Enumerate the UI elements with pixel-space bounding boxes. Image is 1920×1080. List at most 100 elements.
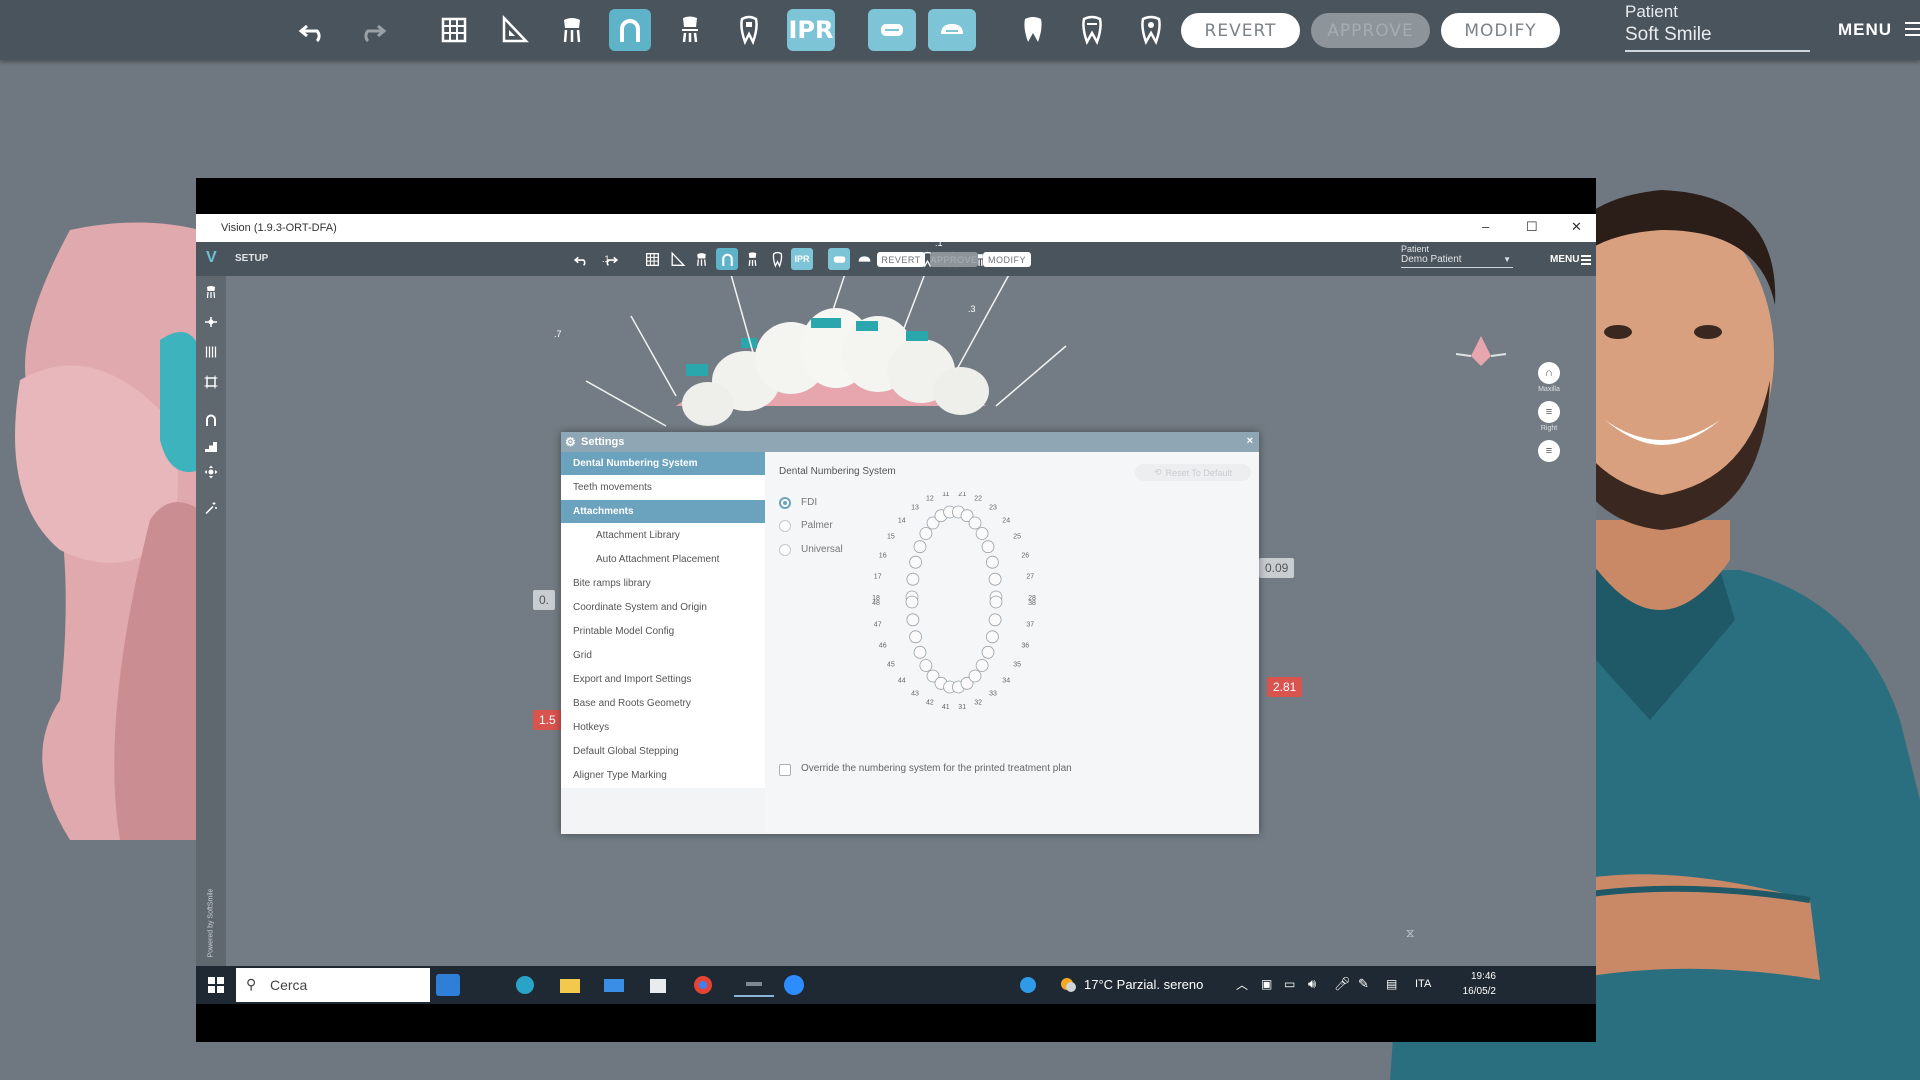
edge-icon[interactable] <box>513 973 537 997</box>
tooth-outline[interactable] <box>985 555 999 569</box>
tooth-outline[interactable] <box>988 613 1002 627</box>
tooth-outline[interactable] <box>975 527 989 540</box>
grid-icon[interactable] <box>641 248 663 270</box>
tooth-outline[interactable] <box>919 527 933 540</box>
sidebar-item-coordinate-system[interactable]: Coordinate System and Origin <box>561 596 765 620</box>
menu-button[interactable]: MENU <box>1550 254 1579 265</box>
tooth-attachment-icon[interactable] <box>728 9 770 51</box>
tooth-rotate-icon[interactable] <box>1130 9 1172 51</box>
compass-widget[interactable] <box>1455 336 1507 366</box>
tooth-outline[interactable] <box>919 659 933 672</box>
language-indicator[interactable]: ITA <box>1415 978 1431 990</box>
approve-button[interactable]: APPROVE <box>930 252 978 267</box>
crop-icon[interactable] <box>201 372 221 392</box>
pen-icon[interactable]: ✎ <box>1358 976 1369 992</box>
hamburger-icon[interactable] <box>1905 22 1920 40</box>
collapse-icon[interactable]: ⧖ <box>1406 926 1414 941</box>
battery-icon[interactable]: ▭ <box>1284 977 1295 991</box>
sidebar-item-hotkeys[interactable]: Hotkeys <box>561 716 765 740</box>
ipr-button[interactable]: IPR <box>787 9 835 51</box>
tooth-roots-icon[interactable] <box>690 248 712 270</box>
arch-icon[interactable] <box>609 9 651 51</box>
sidebar-item-attachments[interactable]: Attachments <box>561 500 765 524</box>
tooth-side-icon[interactable] <box>1071 9 1113 51</box>
override-checkbox[interactable] <box>779 764 791 776</box>
modify-button[interactable]: MODIFY <box>1441 13 1560 48</box>
sidebar-item-global-stepping[interactable]: Default Global Stepping <box>561 740 765 764</box>
stairs-icon[interactable] <box>201 436 221 456</box>
sidebar-item-export-import[interactable]: Export and Import Settings <box>561 668 765 692</box>
tooth-outline[interactable] <box>968 516 982 530</box>
chrome-icon[interactable] <box>691 973 715 997</box>
radio-palmer[interactable] <box>779 520 791 532</box>
patient-selector[interactable]: Patient Demo Patient ▼ <box>1401 244 1513 268</box>
revert-button[interactable]: REVERT <box>877 252 925 267</box>
sidebar-item-dental-numbering[interactable]: Dental Numbering System <box>561 452 765 476</box>
tooth-outline[interactable] <box>968 669 982 683</box>
clock-date[interactable]: 16/05/2 <box>1446 986 1496 997</box>
close-window-button[interactable]: ✕ <box>1571 219 1582 235</box>
tooth-outline[interactable] <box>913 540 927 554</box>
modify-button[interactable]: MODIFY <box>983 252 1031 267</box>
clock-time[interactable]: 19:46 <box>1446 971 1496 982</box>
upper-jaw-icon[interactable] <box>828 248 850 270</box>
lower-jaw-icon[interactable] <box>853 248 875 270</box>
zoom-icon[interactable] <box>782 973 806 997</box>
tooth-outline[interactable] <box>985 630 999 644</box>
tooth-outline[interactable] <box>909 555 922 569</box>
tooth-outline[interactable] <box>975 659 989 672</box>
arch-icon[interactable]: ∩ <box>1538 362 1560 384</box>
windows-start-icon[interactable] <box>204 973 228 997</box>
ruler-icon[interactable] <box>666 248 688 270</box>
minimize-button[interactable]: – <box>1482 219 1489 234</box>
tooth-outline[interactable] <box>906 613 920 627</box>
tooth-outline[interactable] <box>909 630 922 644</box>
approve-button[interactable]: APPROVE <box>1311 13 1430 48</box>
tooth-movement-icon[interactable] <box>741 248 763 270</box>
ipr-button[interactable]: IPR <box>791 248 813 270</box>
help-icon[interactable] <box>1016 973 1040 997</box>
sidebar-item-printable-model[interactable]: Printable Model Config <box>561 620 765 644</box>
sidebar-item-grid[interactable]: Grid <box>561 644 765 668</box>
maximize-button[interactable]: ☐ <box>1526 219 1538 235</box>
occlusal-plane-icon[interactable] <box>201 312 221 332</box>
volume-icon[interactable]: 🔊︎ <box>1308 976 1316 992</box>
magic-wand-icon[interactable] <box>201 498 221 518</box>
chevron-up-icon[interactable]: ︿ <box>1236 976 1248 993</box>
tooth-outline[interactable] <box>905 595 919 609</box>
tooth-outline[interactable] <box>988 572 1002 586</box>
upper-jaw-icon[interactable] <box>868 9 916 51</box>
undo-icon[interactable] <box>292 9 334 51</box>
display-icon[interactable]: ▤ <box>1386 977 1397 991</box>
tooth-move-icon[interactable] <box>201 462 221 482</box>
store-icon[interactable] <box>646 973 670 997</box>
camera-icon[interactable]: ▣ <box>1261 977 1272 991</box>
lower-jaw-icon[interactable] <box>928 9 976 51</box>
vision-app-icon[interactable] <box>734 973 774 997</box>
tooth-attachment-icon[interactable] <box>766 248 788 270</box>
sidebar-item-bite-ramps[interactable]: Bite ramps library <box>561 572 765 596</box>
mail-icon[interactable] <box>602 973 626 997</box>
tooth-outline[interactable] <box>989 595 1003 609</box>
sidebar-item-auto-attachment[interactable]: Auto Attachment Placement <box>561 548 765 572</box>
undo-icon[interactable] <box>570 248 592 270</box>
tooth-roots-icon[interactable] <box>551 9 593 51</box>
taskbar-search[interactable]: ⚲ Cerca <box>236 968 460 1002</box>
patient-selector[interactable]: Patient Soft Smile <box>1625 2 1810 52</box>
tooth-outline[interactable] <box>913 645 927 659</box>
tooth-outline[interactable] <box>981 645 995 659</box>
tooth-roots-icon[interactable] <box>201 282 221 302</box>
file-explorer-icon[interactable] <box>558 973 582 997</box>
grid-icon[interactable] <box>433 9 475 51</box>
menu-button[interactable]: MENU <box>1838 20 1892 40</box>
radio-universal[interactable] <box>779 544 791 556</box>
ruler-icon[interactable] <box>493 9 535 51</box>
revert-button[interactable]: REVERT <box>1181 13 1300 48</box>
sidebar-item-aligner-marking[interactable]: Aligner Type Marking <box>561 764 765 788</box>
hamburger-icon[interactable] <box>1581 255 1591 267</box>
radio-fdi[interactable] <box>779 497 791 509</box>
left-view-icon[interactable]: ≡ <box>1538 440 1560 462</box>
close-icon[interactable]: × <box>1247 435 1253 447</box>
redo-icon[interactable] <box>351 9 393 51</box>
tooth-movement-icon[interactable] <box>669 9 711 51</box>
